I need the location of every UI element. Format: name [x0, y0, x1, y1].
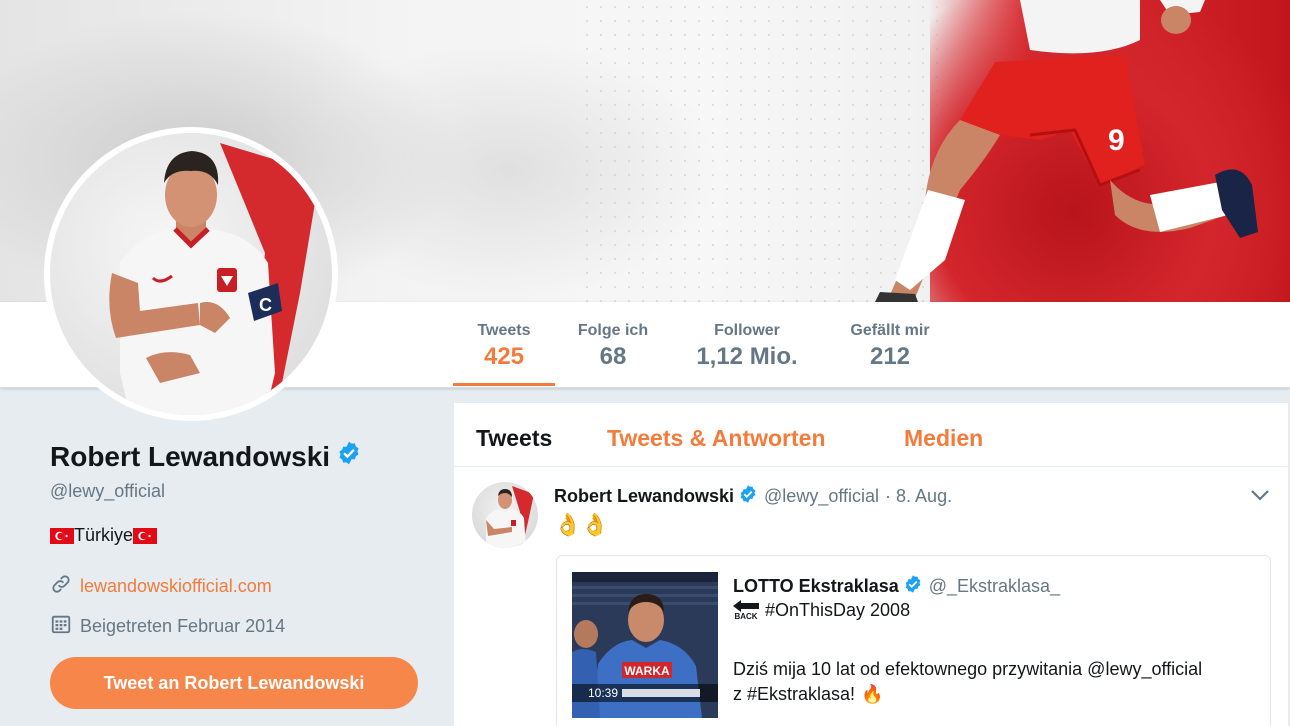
back-arrow-label: BACK [734, 612, 758, 621]
profile-avatar[interactable]: C [44, 127, 338, 421]
tweet-item[interactable]: Robert Lewandowski @lewy_official · 8. A… [454, 468, 1288, 726]
stat-value: 212 [869, 343, 911, 370]
tweet-author-name[interactable]: Robert Lewandowski [554, 486, 734, 507]
stat-tweets[interactable]: Tweets 425 [453, 302, 555, 386]
quoted-line-1: BACK #OnThisDay 2008 [733, 600, 910, 621]
profile-location: Türkiye [50, 525, 158, 546]
turkey-flag-icon [133, 527, 158, 544]
tweet-to-button[interactable]: Tweet an Robert Lewandowski [50, 657, 418, 709]
avatar-photo: C [50, 133, 332, 415]
joined-text: Beigetreten Februar 2014 [80, 616, 286, 636]
location-text: Türkiye [74, 525, 134, 545]
quoted-line-3-text: z #Ekstraklasa! [733, 684, 856, 704]
svg-text:9: 9 [1108, 124, 1125, 157]
profile-name[interactable]: Robert Lewandowski [50, 440, 362, 473]
calendar-icon [50, 613, 72, 640]
tweet-author-handle[interactable]: @lewy_official [764, 486, 879, 507]
media-timestamp: 10:39 [588, 686, 618, 700]
profile-joined-row: Beigetreten Februar 2014 [50, 613, 285, 640]
timeline: Tweets Tweets & Antworten Medien Robert … [454, 403, 1288, 726]
tab-media[interactable]: Medien [904, 425, 983, 452]
stat-following[interactable]: Folge ich 68 [568, 302, 658, 386]
stat-value: 425 [483, 343, 525, 370]
timeline-tabs: Tweets Tweets & Antworten Medien [454, 403, 1288, 467]
profile-url-link[interactable]: lewandowskiofficial.com [80, 576, 272, 597]
tweet-header: Robert Lewandowski @lewy_official · 8. A… [554, 484, 952, 509]
quoted-line-3: z #Ekstraklasa! 🔥 [733, 684, 883, 705]
profile-handle[interactable]: @lewy_official [50, 481, 165, 502]
profile-url-row: lewandowskiofficial.com [50, 573, 272, 600]
tweet-text: 👌👌 [554, 512, 609, 537]
stat-value: 68 [599, 343, 627, 370]
media-sponsor-text: WARKA [624, 664, 670, 678]
stat-label: Folge ich [577, 322, 649, 339]
stat-label: Gefällt mir [850, 322, 930, 339]
quoted-author-name[interactable]: LOTTO Ekstraklasa [733, 576, 899, 597]
stat-label: Follower [714, 322, 780, 339]
verified-badge-icon [738, 484, 758, 509]
tweet-author-avatar[interactable] [472, 482, 538, 548]
tab-tweets-and-replies[interactable]: Tweets & Antworten [607, 425, 826, 452]
link-icon [50, 573, 72, 600]
stat-likes[interactable]: Gefällt mir 212 [836, 302, 944, 386]
back-arrow-icon: BACK [733, 600, 759, 621]
verified-badge-icon [336, 440, 362, 473]
quoted-author-handle[interactable]: @_Ekstraklasa_ [929, 576, 1060, 597]
stat-value: 1,12 Mio. [696, 343, 798, 370]
quoted-line-2: Dziś mija 10 lat od efektownego przywita… [733, 659, 1203, 679]
quoted-tweet[interactable]: WARKA 10:39 LOTTO Ekstraklasa @_Ekstrakl… [556, 555, 1271, 726]
svg-text:C: C [259, 295, 272, 315]
verified-badge-icon [903, 574, 923, 599]
fire-emoji: 🔥 [861, 684, 884, 704]
stat-followers[interactable]: Follower 1,12 Mio. [683, 302, 811, 386]
quoted-hashtag-line: #OnThisDay 2008 [765, 600, 911, 620]
quoted-tweet-header: LOTTO Ekstraklasa @_Ekstraklasa_ [733, 574, 1060, 599]
profile-name-text: Robert Lewandowski [50, 440, 331, 472]
chevron-down-icon[interactable] [1250, 488, 1270, 507]
tab-tweets[interactable]: Tweets [476, 425, 552, 452]
tweet-date[interactable]: · 8. Aug. [885, 486, 952, 507]
quoted-tweet-media[interactable]: WARKA 10:39 [572, 572, 718, 718]
stat-label: Tweets [477, 322, 531, 339]
turkey-flag-icon [50, 527, 74, 544]
